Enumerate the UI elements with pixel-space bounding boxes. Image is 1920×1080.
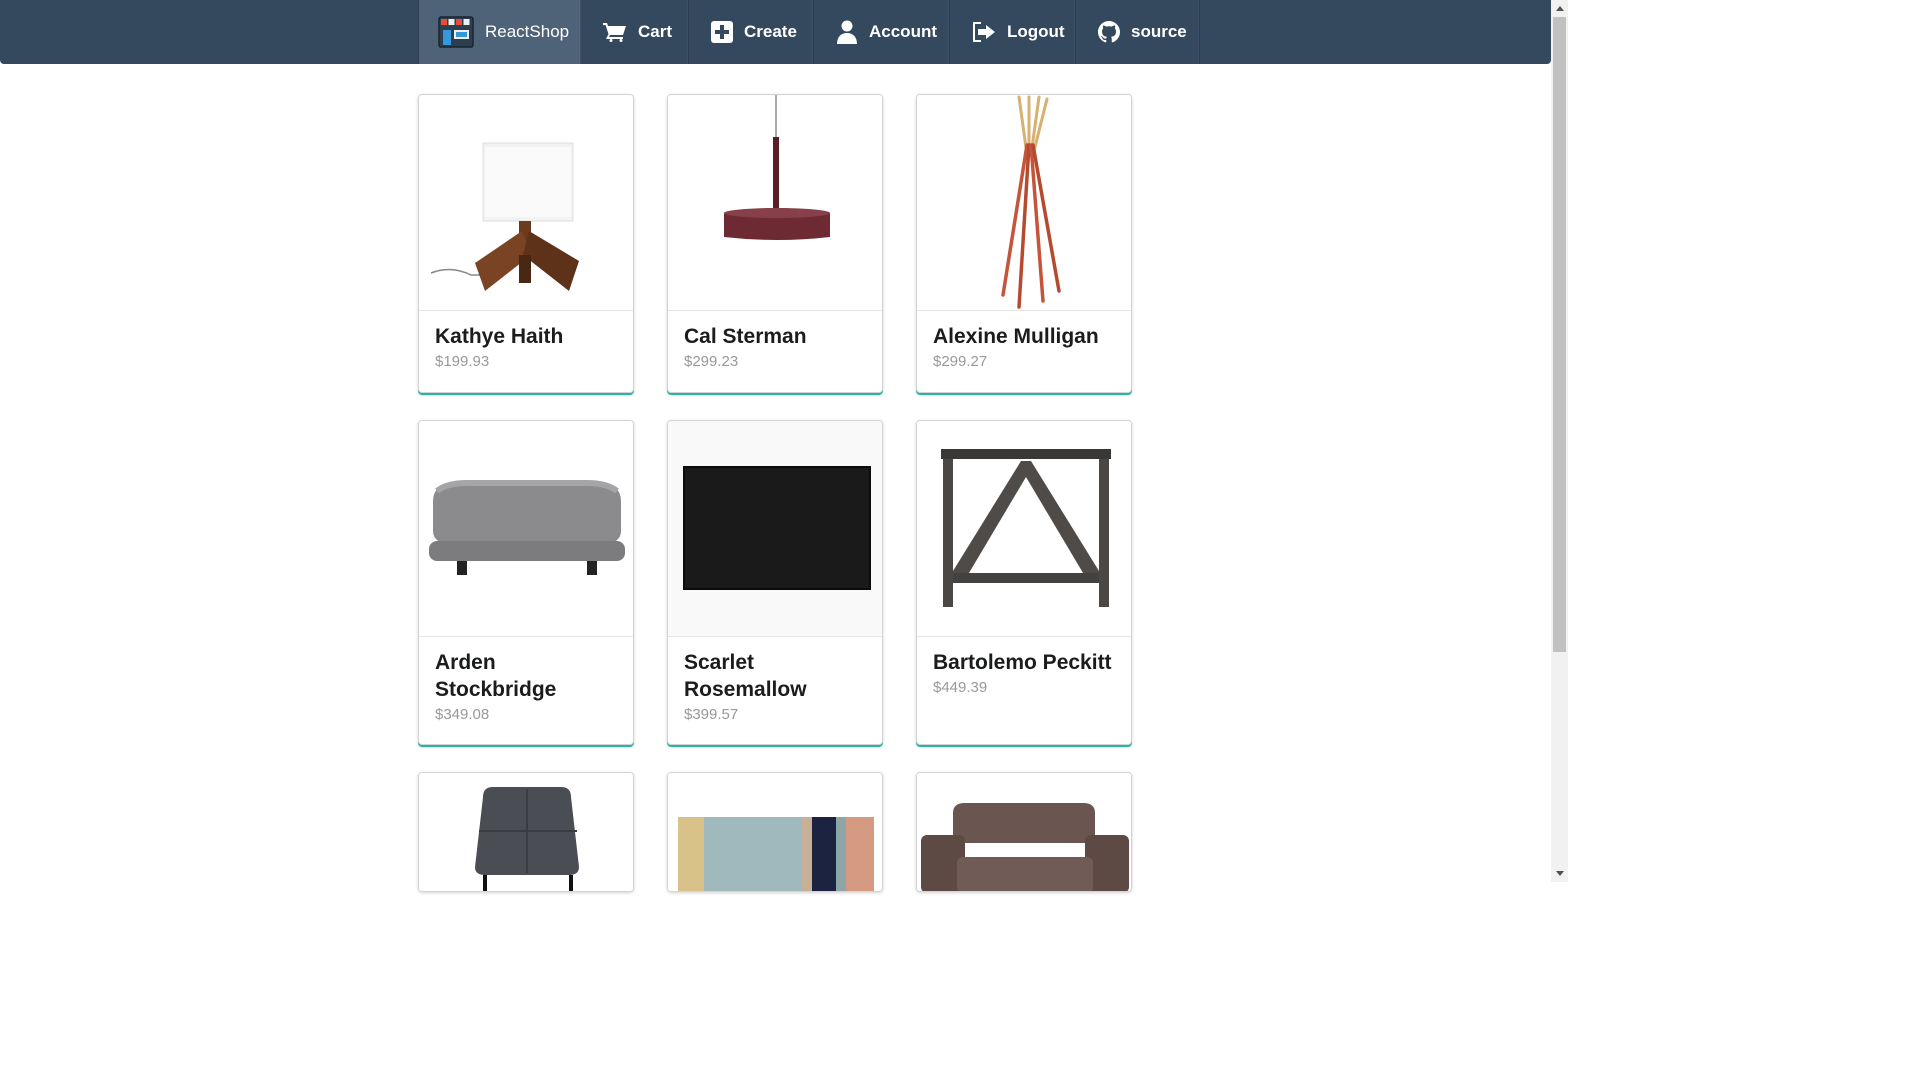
page-scrollbar[interactable] — [1551, 0, 1568, 882]
nav-menu: ReactShop Cart Create Account Logout sou… — [418, 0, 1200, 64]
product-image-side-table — [917, 421, 1131, 637]
product-image-pendant-lamp — [668, 95, 882, 311]
product-price: $349.08 — [435, 706, 490, 723]
brand-label: ReactShop — [485, 22, 570, 41]
product-card[interactable]: Cal Sterman $299.23 — [667, 94, 883, 393]
product-card[interactable]: Alexine Mulligan $299.27 — [916, 94, 1132, 393]
product-card[interactable]: Bartolemo Peckitt $449.39 — [916, 420, 1132, 745]
user-icon — [836, 20, 858, 44]
product-name: Scarlet Rosemallow — [684, 651, 807, 701]
product-price: $299.27 — [933, 353, 988, 370]
nav-item-logout[interactable]: Logout — [950, 0, 1076, 64]
store-icon — [438, 16, 474, 48]
scroll-up-arrow-icon[interactable] — [1551, 0, 1568, 17]
product-image-brown-armchair — [917, 773, 1131, 891]
product-image-striped-rug — [668, 773, 882, 891]
scroll-thumb[interactable] — [1553, 17, 1566, 652]
product-image-gray-chair — [419, 773, 633, 891]
product-name: Arden Stockbridge — [435, 651, 557, 701]
nav-item-create[interactable]: Create — [689, 0, 814, 64]
product-name: Alexine Mulligan — [933, 325, 1099, 348]
product-price: $199.93 — [435, 353, 490, 370]
sign-out-icon — [972, 22, 996, 42]
nav-label-cart: Cart — [638, 22, 673, 41]
nav-item-source[interactable]: source — [1076, 0, 1200, 64]
product-name: Kathye Haith — [435, 325, 564, 348]
product-image-black-rug — [668, 421, 882, 637]
nav-item-account[interactable]: Account — [814, 0, 950, 64]
product-price: $399.57 — [684, 706, 739, 723]
nav-label-logout: Logout — [1007, 22, 1065, 41]
nav-brand[interactable]: ReactShop — [419, 0, 581, 64]
product-name: Bartolemo Peckitt — [933, 651, 1112, 674]
plus-square-icon — [711, 21, 733, 43]
product-card[interactable]: Scarlet Rosemallow $399.57 — [667, 420, 883, 745]
product-card[interactable] — [916, 772, 1132, 892]
product-card[interactable] — [667, 772, 883, 892]
nav-item-cart[interactable]: Cart — [581, 0, 689, 64]
product-card[interactable] — [418, 772, 634, 892]
product-price: $299.23 — [684, 353, 739, 370]
product-card[interactable]: Arden Stockbridge $349.08 — [418, 420, 634, 745]
nav-label-source: source — [1131, 22, 1187, 41]
scroll-down-arrow-icon[interactable] — [1551, 865, 1568, 882]
github-icon — [1098, 21, 1120, 43]
cart-icon — [603, 22, 627, 42]
product-card[interactable]: Kathye Haith $199.93 — [418, 94, 634, 393]
nav-label-account: Account — [869, 22, 937, 41]
product-image-coat-rack — [917, 95, 1131, 311]
top-navbar: ReactShop Cart Create Account Logout sou… — [0, 0, 1551, 64]
nav-label-create: Create — [744, 22, 797, 41]
product-image-table-lamp — [419, 95, 633, 311]
product-price: $449.39 — [933, 679, 988, 696]
product-name: Cal Sterman — [684, 325, 807, 348]
product-image-ottoman — [419, 421, 633, 637]
